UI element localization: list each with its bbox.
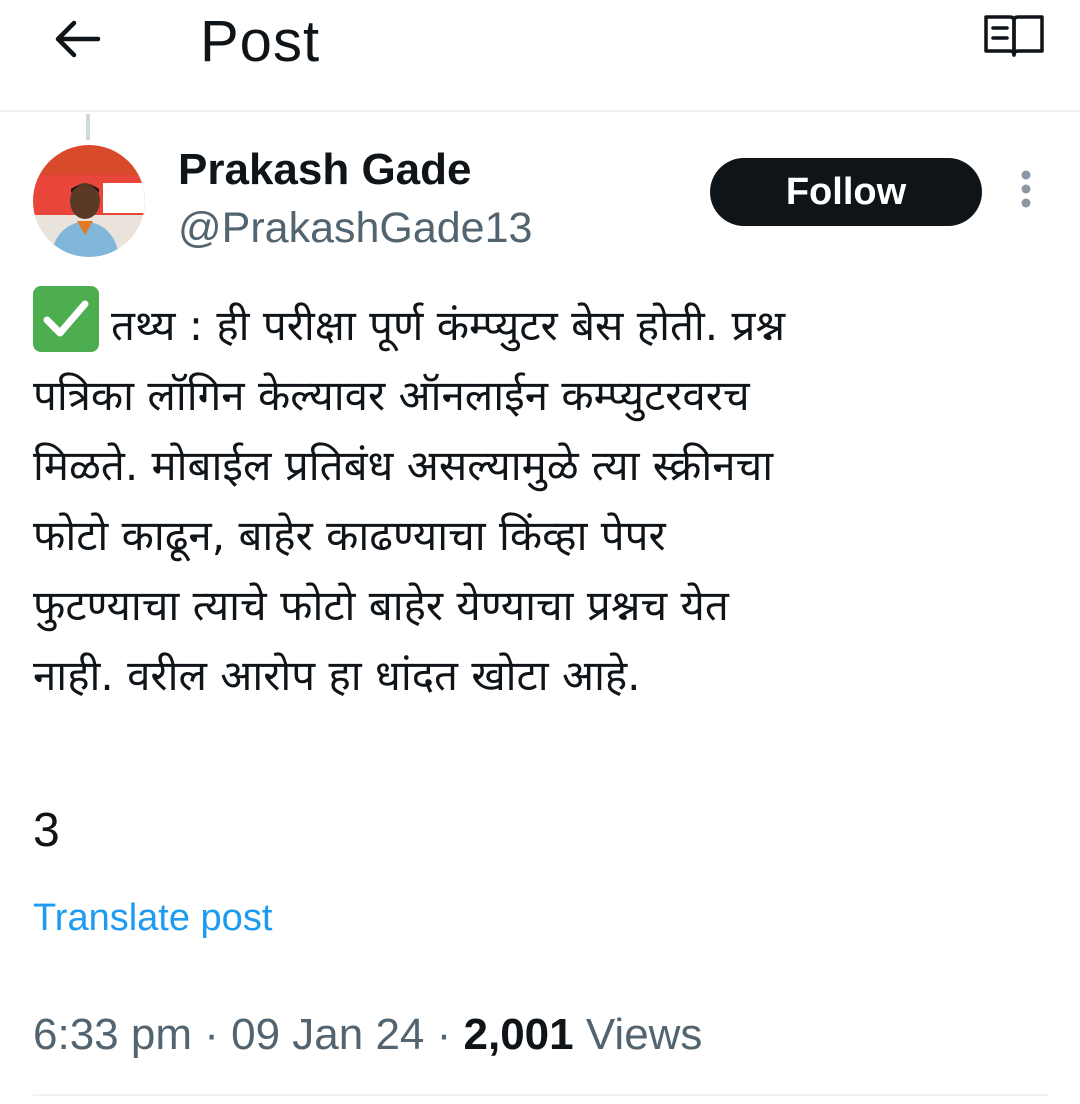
author-handle[interactable]: @PrakashGade13 — [178, 200, 532, 256]
post-line: मिळते. मोबाईल प्रतिबंध असल्यामुळे त्या स… — [33, 441, 774, 490]
post-line: फोटो काढून, बाहेर काढण्याचा किंव्हा पेपर — [33, 511, 666, 560]
thread-connector-line — [86, 114, 90, 140]
check-mark-button-emoji — [33, 286, 99, 352]
views-count[interactable]: 2,001 — [464, 1010, 574, 1059]
follow-button[interactable]: Follow — [710, 158, 982, 226]
reader-mode-icon — [982, 11, 1046, 67]
post-line: नाही. वरील आरोप हा धांदत खोटा आहे. — [33, 651, 641, 700]
top-bar: Post — [0, 0, 1080, 112]
views-label: Views — [585, 1010, 703, 1059]
post-line-text: तथ्य : ही परीक्षा पूर्ण कंम्प्युटर बेस ह… — [111, 301, 786, 350]
meta-separator: · — [436, 1010, 452, 1059]
more-vertical-icon — [1020, 169, 1032, 213]
divider — [33, 1094, 1049, 1096]
back-button[interactable] — [44, 8, 110, 74]
post-date[interactable]: 09 Jan 24 — [231, 1010, 424, 1059]
post-line: फुटण्याचा त्याचे फोटो बाहेर येण्याचा प्र… — [33, 581, 729, 630]
post-time[interactable]: 6:33 pm — [33, 1010, 192, 1059]
reader-mode-button[interactable] — [976, 6, 1052, 72]
more-options-button[interactable] — [1004, 166, 1048, 216]
page-title: Post — [200, 9, 321, 74]
arrow-left-icon — [52, 19, 102, 63]
post-line: तथ्य : ही परीक्षा पूर्ण कंम्प्युटर बेस ह… — [33, 286, 1053, 361]
avatar[interactable] — [33, 145, 145, 257]
translate-post-link[interactable]: Translate post — [33, 890, 272, 946]
post-line: पत्रिका लॉगिन केल्यावर ऑनलाईन कम्प्युटरव… — [33, 371, 750, 420]
post-meta: 6:33 pm · 09 Jan 24 · 2,001 Views — [33, 1002, 702, 1068]
author-display-name[interactable]: Prakash Gade — [178, 142, 472, 198]
post-thread-number: 3 — [33, 804, 60, 857]
meta-separator: · — [204, 1010, 219, 1059]
post-text: तथ्य : ही परीक्षा पूर्ण कंम्प्युटर बेस ह… — [33, 286, 1053, 711]
profile-photo — [33, 145, 145, 257]
